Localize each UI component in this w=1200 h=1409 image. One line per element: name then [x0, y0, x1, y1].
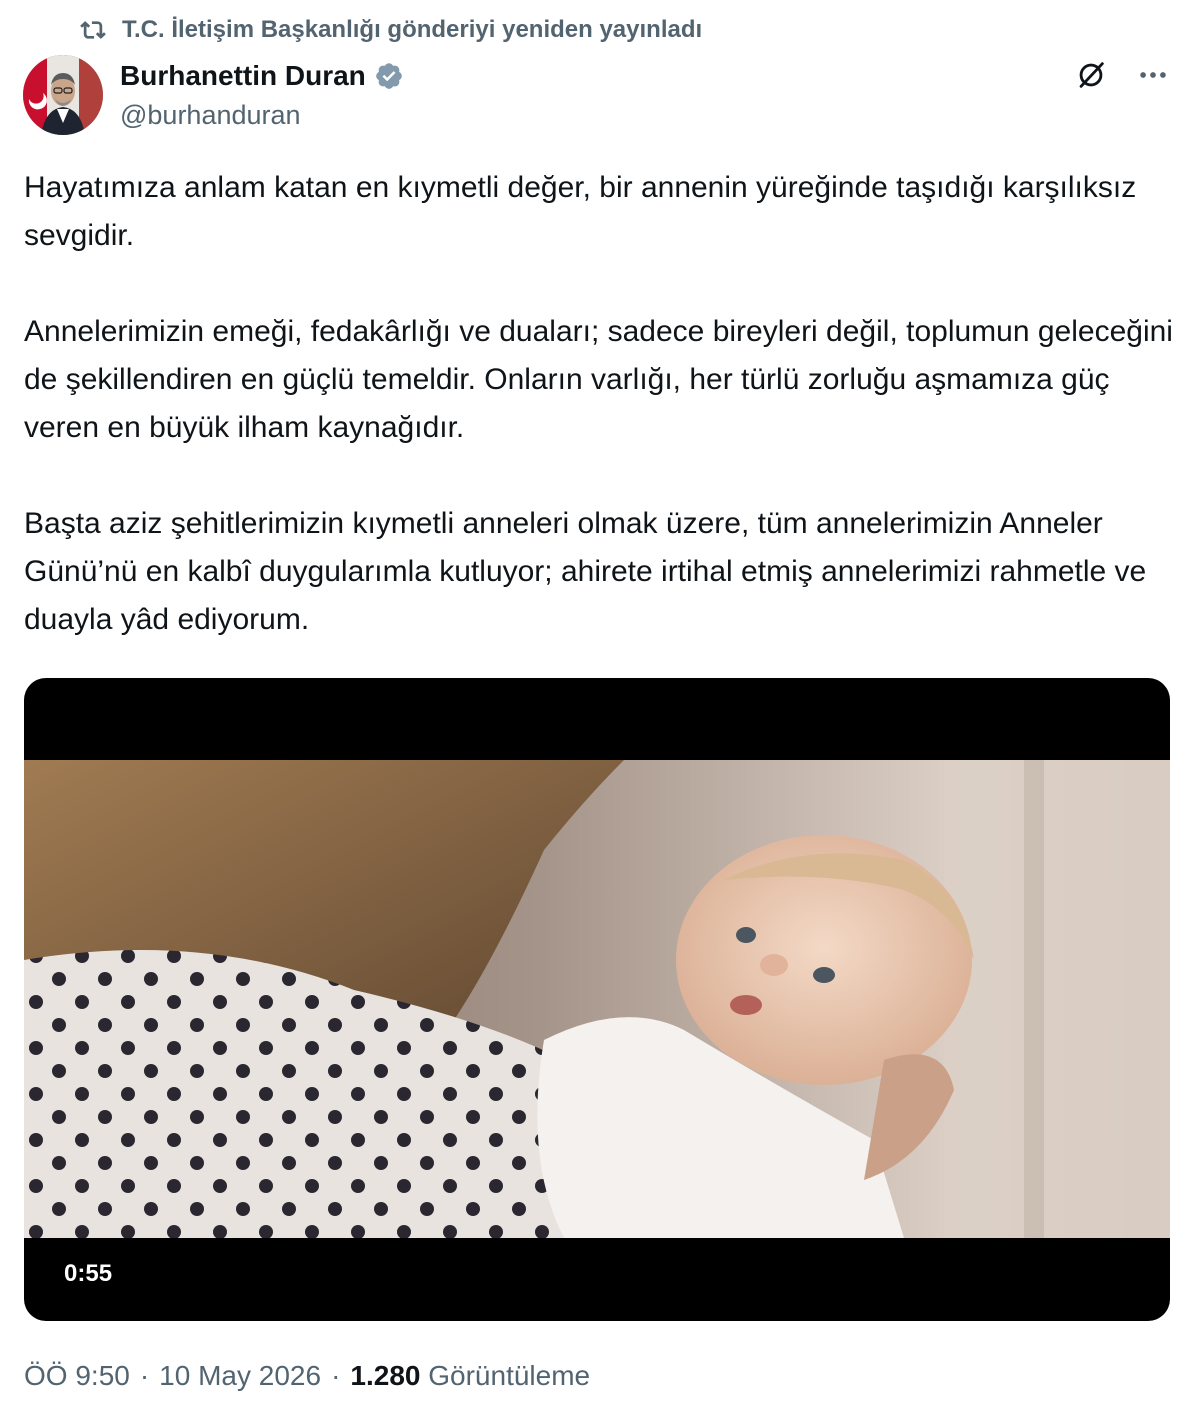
video-player[interactable]: 0:55 [24, 678, 1170, 1321]
avatar-image [23, 55, 103, 135]
tweet-time[interactable]: ÖÖ 9:50 [24, 1360, 130, 1392]
avatar[interactable] [23, 55, 103, 135]
tweet-actions [1074, 58, 1170, 92]
author-handle[interactable]: @burhanduran [120, 100, 404, 131]
tweet-paragraph: Başta aziz şehitlerimizin kıymetli annel… [24, 507, 1147, 636]
tweet-paragraph: Annelerimizin emeği, fedakârlığı ve dual… [24, 315, 1173, 444]
meta-separator: · [139, 1360, 150, 1391]
views-count: 1.280 [350, 1360, 421, 1391]
verified-badge-icon[interactable] [374, 61, 404, 91]
video-thumbnail [24, 760, 1170, 1238]
author-name[interactable]: Burhanettin Duran [120, 60, 366, 92]
more-icon[interactable] [1136, 58, 1170, 92]
grok-icon[interactable] [1074, 58, 1108, 92]
tweet-meta: ÖÖ 9:50 · 10 May 2026 · 1.280 Görüntülem… [24, 1358, 590, 1394]
repost-header[interactable]: T.C. İletişim Başkanlığı gönderiyi yenid… [80, 14, 702, 46]
views-label: Görüntüleme [428, 1360, 591, 1391]
repost-icon [80, 21, 106, 39]
tweet-text: Hayatımıza anlam katan en kıymetli değer… [24, 164, 1174, 644]
tweet-date[interactable]: 10 May 2026 [159, 1360, 321, 1392]
repost-text: T.C. İletişim Başkanlığı gönderiyi yenid… [122, 16, 703, 43]
tweet-paragraph: Hayatımıza anlam katan en kıymetli değer… [24, 171, 1137, 252]
author-info: Burhanettin Duran @burhanduran [120, 58, 404, 131]
meta-separator: · [331, 1360, 341, 1391]
video-duration: 0:55 [64, 1260, 113, 1287]
